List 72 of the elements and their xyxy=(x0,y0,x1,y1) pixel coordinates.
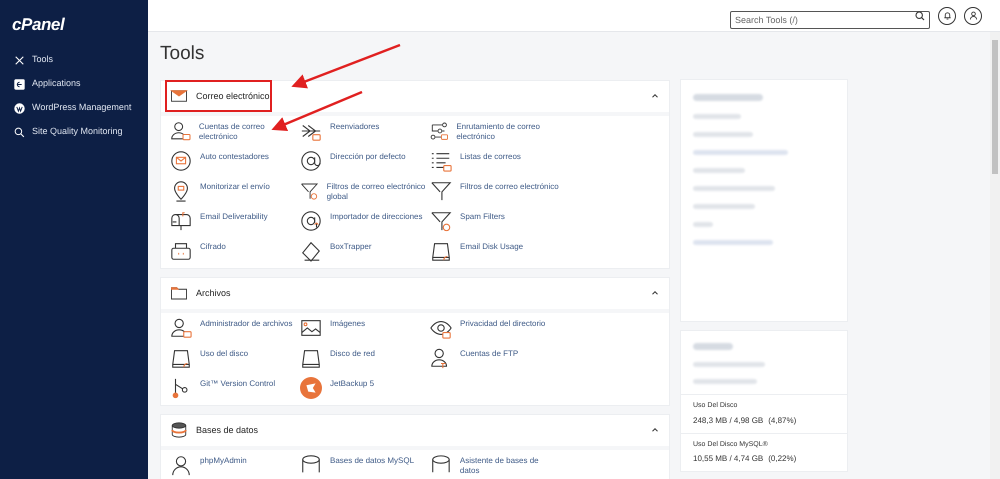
bell-icon xyxy=(942,11,952,20)
tool-link[interactable]: Asistente de bases de datos xyxy=(430,454,560,478)
sidebar-item[interactable]: Site Quality Monitoring xyxy=(12,121,140,143)
sidebar-item[interactable]: WordPress Management xyxy=(12,97,140,119)
funnel-icon xyxy=(430,210,452,232)
tool-link[interactable]: Cuentas de FTP xyxy=(430,346,560,371)
sidebar-item[interactable]: Applications xyxy=(12,73,140,95)
tool-link[interactable]: Filtros de correo electrónico global xyxy=(300,180,430,204)
sidebar-item[interactable]: Tools xyxy=(12,49,140,71)
route-icon xyxy=(430,120,448,142)
blurred-text xyxy=(693,379,757,384)
tool-link[interactable]: Git™ Version Control xyxy=(170,376,300,401)
blurred-text xyxy=(693,362,765,367)
blurred-text xyxy=(693,343,733,350)
cpanel-logo[interactable]: cPanel xyxy=(12,16,64,33)
stat-value: 248,3 MB / 4,98 GB xyxy=(693,414,764,426)
envelope-circle-icon xyxy=(170,150,192,172)
section-header[interactable]: Correo electrónico xyxy=(161,80,669,112)
tool-link[interactable]: JetBackup 5 xyxy=(300,376,430,401)
stat-percent: (4,87%) xyxy=(768,414,796,426)
tool-link[interactable]: Importador de direcciones xyxy=(300,210,430,234)
tool-link[interactable]: Auto contestadores xyxy=(170,150,300,174)
search-field[interactable]: Search Tools (/) xyxy=(730,10,930,28)
person-icon xyxy=(170,316,192,339)
tool-link[interactable]: Disco de red xyxy=(300,346,430,371)
tool-link[interactable]: Imágenes xyxy=(300,316,430,341)
tool-link[interactable]: Monitorizar el envío xyxy=(170,180,300,204)
stat-percent: (0,22%) xyxy=(768,453,796,465)
tool-link[interactable]: Uso del disco xyxy=(170,346,300,371)
tool-link[interactable]: phpMyAdmin xyxy=(170,454,300,478)
blurred-text xyxy=(693,222,713,227)
tool-link[interactable]: Cifrado xyxy=(170,240,300,264)
jetbackup-logo-icon xyxy=(300,376,322,399)
mailbox-icon xyxy=(170,210,192,232)
tool-link[interactable]: Listas de correos xyxy=(430,150,560,174)
database-icon xyxy=(170,421,188,440)
at-sign-icon xyxy=(300,210,322,232)
at-sign-icon xyxy=(300,150,322,172)
scrollbar[interactable] xyxy=(990,32,1000,479)
magnifier-icon xyxy=(13,126,26,138)
tool-link[interactable]: Bases de datos MySQL xyxy=(300,454,430,478)
tool-link[interactable]: Administrador de archivos xyxy=(170,316,300,341)
wordpress-logo-icon xyxy=(13,102,26,114)
blurred-text xyxy=(693,168,745,173)
person-icon xyxy=(170,120,191,142)
tool-link[interactable]: Cuentas de correo electrónico xyxy=(170,120,300,144)
page-title: Tools xyxy=(160,42,204,66)
tool-link[interactable]: Filtros de correo electrónico xyxy=(430,180,560,204)
tool-link[interactable]: Enrutamiento de correo electrónico xyxy=(430,120,560,144)
person-icon xyxy=(170,454,192,476)
notifications-button[interactable] xyxy=(938,6,956,24)
tool-link[interactable]: Privacidad del directorio xyxy=(430,316,560,341)
user-icon xyxy=(968,11,978,20)
tools-icon xyxy=(13,54,26,66)
tilted-box-icon xyxy=(300,240,322,262)
blurred-text xyxy=(693,114,741,119)
blurred-text xyxy=(693,132,753,137)
blurred-text xyxy=(693,94,763,101)
tool-link[interactable]: Reenviadores xyxy=(300,120,430,144)
funnel-icon xyxy=(430,180,452,202)
blurred-text xyxy=(693,204,755,209)
search-icon xyxy=(915,10,925,20)
tool-link[interactable]: Spam Filters xyxy=(430,210,560,234)
user-button[interactable] xyxy=(964,6,982,24)
square-icon xyxy=(13,78,26,90)
tool-link[interactable]: Email Disk Usage xyxy=(430,240,560,264)
section-header[interactable]: Archivos xyxy=(161,278,669,309)
tool-link[interactable]: Dirección por defecto xyxy=(300,150,430,174)
tool-link[interactable]: BoxTrapper xyxy=(300,240,430,264)
tool-link[interactable]: Email Deliverability xyxy=(170,210,300,234)
stat-value: 10,55 MB / 4,74 GB xyxy=(693,453,764,465)
section-header[interactable]: Bases de datos xyxy=(161,414,669,446)
